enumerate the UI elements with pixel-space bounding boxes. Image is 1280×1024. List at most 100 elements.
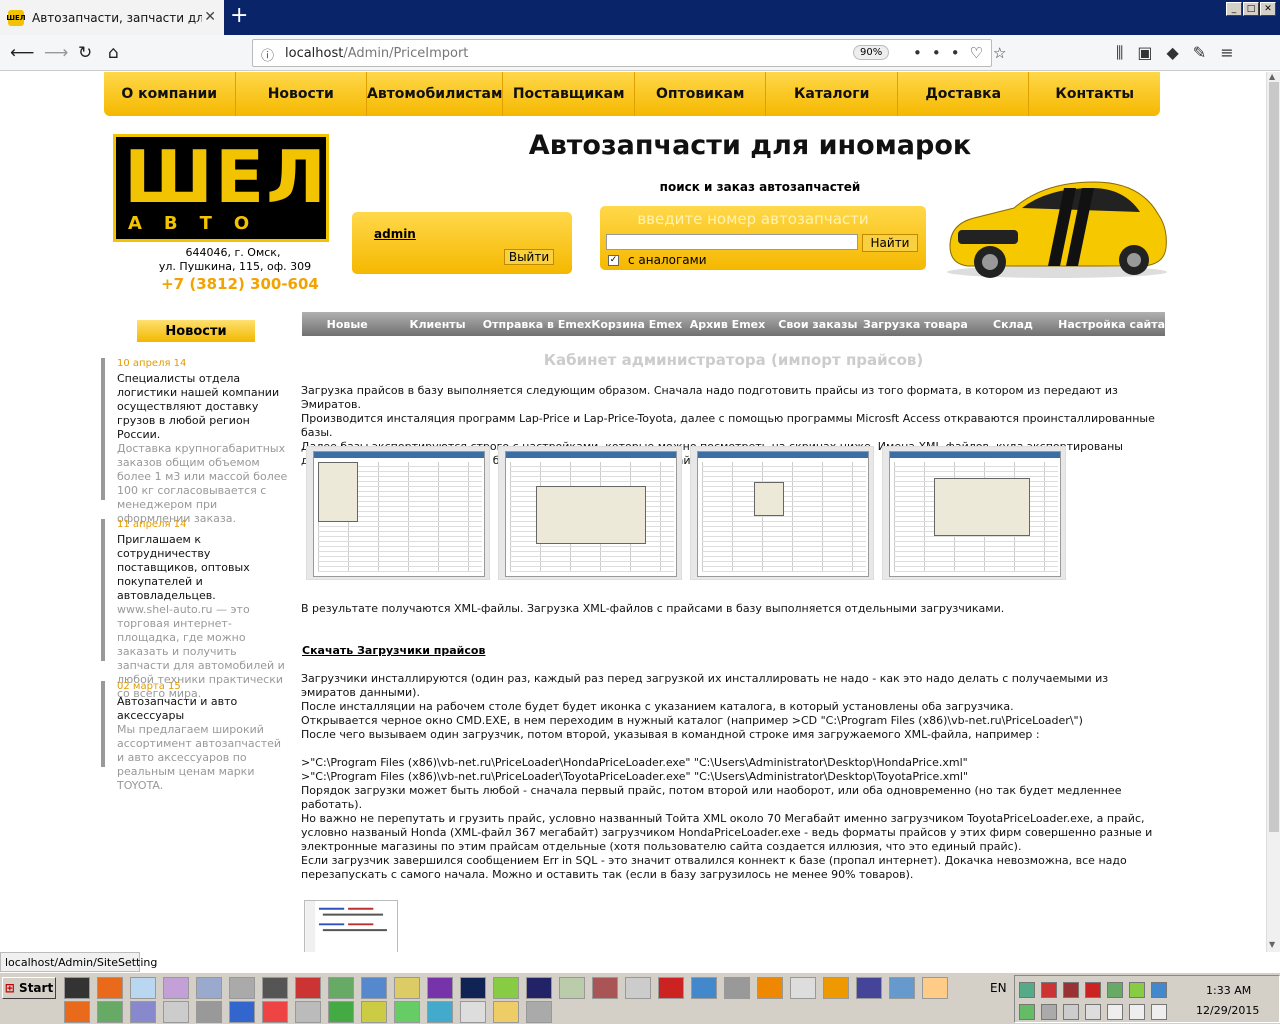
tray-icon[interactable] [1063, 1004, 1079, 1020]
site-info-icon[interactable]: ⓘ [261, 45, 274, 64]
maximize-icon[interactable]: □ [1243, 2, 1259, 16]
home-icon[interactable]: ⌂ [108, 43, 119, 63]
minimize-icon[interactable]: _ [1226, 2, 1242, 16]
menu-item-catalogs[interactable]: Каталоги [766, 72, 898, 116]
app-icon[interactable] [361, 1001, 387, 1023]
network-tray-icon[interactable] [1151, 1004, 1167, 1020]
screenshot-thumbnail[interactable] [306, 446, 490, 580]
firefox-icon[interactable] [64, 1001, 90, 1023]
app-icon[interactable] [460, 1001, 486, 1023]
search-input[interactable] [606, 234, 858, 250]
clock-date[interactable]: 12/29/2015 [1196, 1004, 1259, 1017]
app-icon[interactable] [889, 977, 915, 999]
start-button[interactable]: ⊞ Start [2, 977, 56, 999]
app-icon[interactable] [856, 977, 882, 999]
app-icon[interactable] [922, 977, 948, 999]
app-icon[interactable] [724, 977, 750, 999]
firefox-icon[interactable] [97, 977, 123, 999]
tray-icon[interactable] [1041, 1004, 1057, 1020]
close-tab-icon[interactable]: ✕ [204, 9, 216, 25]
app-icon[interactable] [790, 977, 816, 999]
app-icon[interactable] [328, 1001, 354, 1023]
logout-button[interactable]: Выйти [504, 249, 554, 265]
sql-screenshot-thumbnail[interactable] [304, 900, 398, 952]
flag-icon[interactable] [1129, 1004, 1145, 1020]
app-icon[interactable] [196, 1001, 222, 1023]
search-button[interactable]: Найти [862, 234, 918, 252]
app-icon[interactable] [97, 1001, 123, 1023]
zoom-indicator[interactable]: 90% [853, 45, 890, 60]
headphones-icon[interactable] [823, 977, 849, 999]
scrollbar-thumb[interactable] [1269, 82, 1279, 832]
url-text[interactable]: localhost/Admin/PriceImport [285, 46, 468, 61]
app-icon[interactable] [691, 977, 717, 999]
app-icon[interactable] [559, 977, 585, 999]
tray-icon[interactable] [1041, 982, 1057, 998]
submenu-new[interactable]: Новые [302, 312, 392, 336]
clock-time[interactable]: 1:33 AM [1206, 984, 1251, 997]
submenu-own-orders[interactable]: Свои заказы [773, 312, 863, 336]
app-icon[interactable] [361, 977, 387, 999]
news-title[interactable]: Приглашаем к сотрудничеству поставщиков,… [117, 533, 291, 603]
submenu-warehouse[interactable]: Склад [968, 312, 1058, 336]
save-icon[interactable] [526, 977, 552, 999]
filezilla-tray-icon[interactable] [1085, 982, 1101, 998]
tray-icon[interactable] [1107, 982, 1123, 998]
app-icon[interactable] [592, 977, 618, 999]
scroll-up-icon[interactable]: ▲ [1269, 72, 1275, 81]
toolbar-icons[interactable]: ⫼▣◆✎≡ [1116, 43, 1248, 63]
app-icon[interactable] [394, 1001, 420, 1023]
app-icon[interactable] [493, 977, 519, 999]
user-link[interactable]: admin [374, 227, 416, 241]
vertical-scrollbar[interactable]: ▲ ▼ [1266, 72, 1280, 952]
tools-icon[interactable] [196, 977, 222, 999]
folder-icon[interactable] [493, 1001, 519, 1023]
app-icon[interactable] [427, 1001, 453, 1023]
window-close-icon[interactable]: ✕ [1260, 2, 1276, 16]
app-icon[interactable] [295, 977, 321, 999]
app-icon[interactable] [328, 977, 354, 999]
browser-tab[interactable]: ШЕЛ Автозапчасти, запчасти для ино ✕ [0, 0, 224, 35]
screenshot-thumbnail[interactable] [882, 446, 1066, 580]
tray-icon[interactable] [1151, 982, 1167, 998]
back-icon[interactable]: ⟵ [10, 43, 34, 63]
menu-item-delivery[interactable]: Доставка [898, 72, 1030, 116]
app-icon[interactable] [295, 1001, 321, 1023]
menu-item-motorists[interactable]: Автомобилистам [367, 72, 504, 116]
scroll-down-icon[interactable]: ▼ [1269, 940, 1275, 949]
tray-icon[interactable] [1063, 982, 1079, 998]
submenu-clients[interactable]: Клиенты [392, 312, 482, 336]
app-icon[interactable] [163, 1001, 189, 1023]
news-title[interactable]: Автозапчасти и авто аксессуары [117, 695, 291, 723]
reload-icon[interactable]: ↻ [78, 43, 92, 63]
new-tab-icon[interactable]: + [230, 3, 248, 28]
app-icon[interactable] [262, 1001, 288, 1023]
download-loaders-link[interactable]: Скачать Загрузчики прайсов [302, 644, 485, 657]
app-icon[interactable] [460, 977, 486, 999]
speaker-icon[interactable] [1107, 1004, 1123, 1020]
filezilla-icon[interactable] [658, 977, 684, 999]
menu-item-contacts[interactable]: Контакты [1029, 72, 1160, 116]
site-logo[interactable]: ШЕЛ АВТО [113, 134, 329, 242]
tray-icon[interactable] [1019, 982, 1035, 998]
menu-item-news[interactable]: Новости [236, 72, 367, 116]
app-icon[interactable] [130, 1001, 156, 1023]
tray-icon[interactable] [1085, 1004, 1101, 1020]
menu-item-suppliers[interactable]: Поставщикам [503, 72, 635, 116]
submenu-site-settings[interactable]: Настройка сайта [1058, 312, 1165, 336]
tray-icon[interactable] [1129, 982, 1145, 998]
app-icon[interactable] [163, 977, 189, 999]
news-title[interactable]: Специалисты отдела логистики нашей компа… [117, 372, 291, 442]
menu-item-about[interactable]: О компании [104, 72, 236, 116]
visual-studio-icon[interactable] [427, 977, 453, 999]
tray-icon[interactable] [1019, 1004, 1035, 1020]
address-bar[interactable]: ⓘ localhost/Admin/PriceImport 90% •••♡☆ [252, 39, 1006, 67]
app-icon[interactable] [229, 1001, 255, 1023]
vlc-icon[interactable] [757, 977, 783, 999]
submenu-cart-emex[interactable]: Корзина Emex [591, 312, 682, 336]
notepad-icon[interactable] [130, 977, 156, 999]
submenu-goods-upload[interactable]: Загрузка товара [863, 312, 968, 336]
screenshot-thumbnail[interactable] [690, 446, 874, 580]
analogs-checkbox[interactable]: ✓ [608, 255, 619, 266]
app-icon[interactable] [625, 977, 651, 999]
